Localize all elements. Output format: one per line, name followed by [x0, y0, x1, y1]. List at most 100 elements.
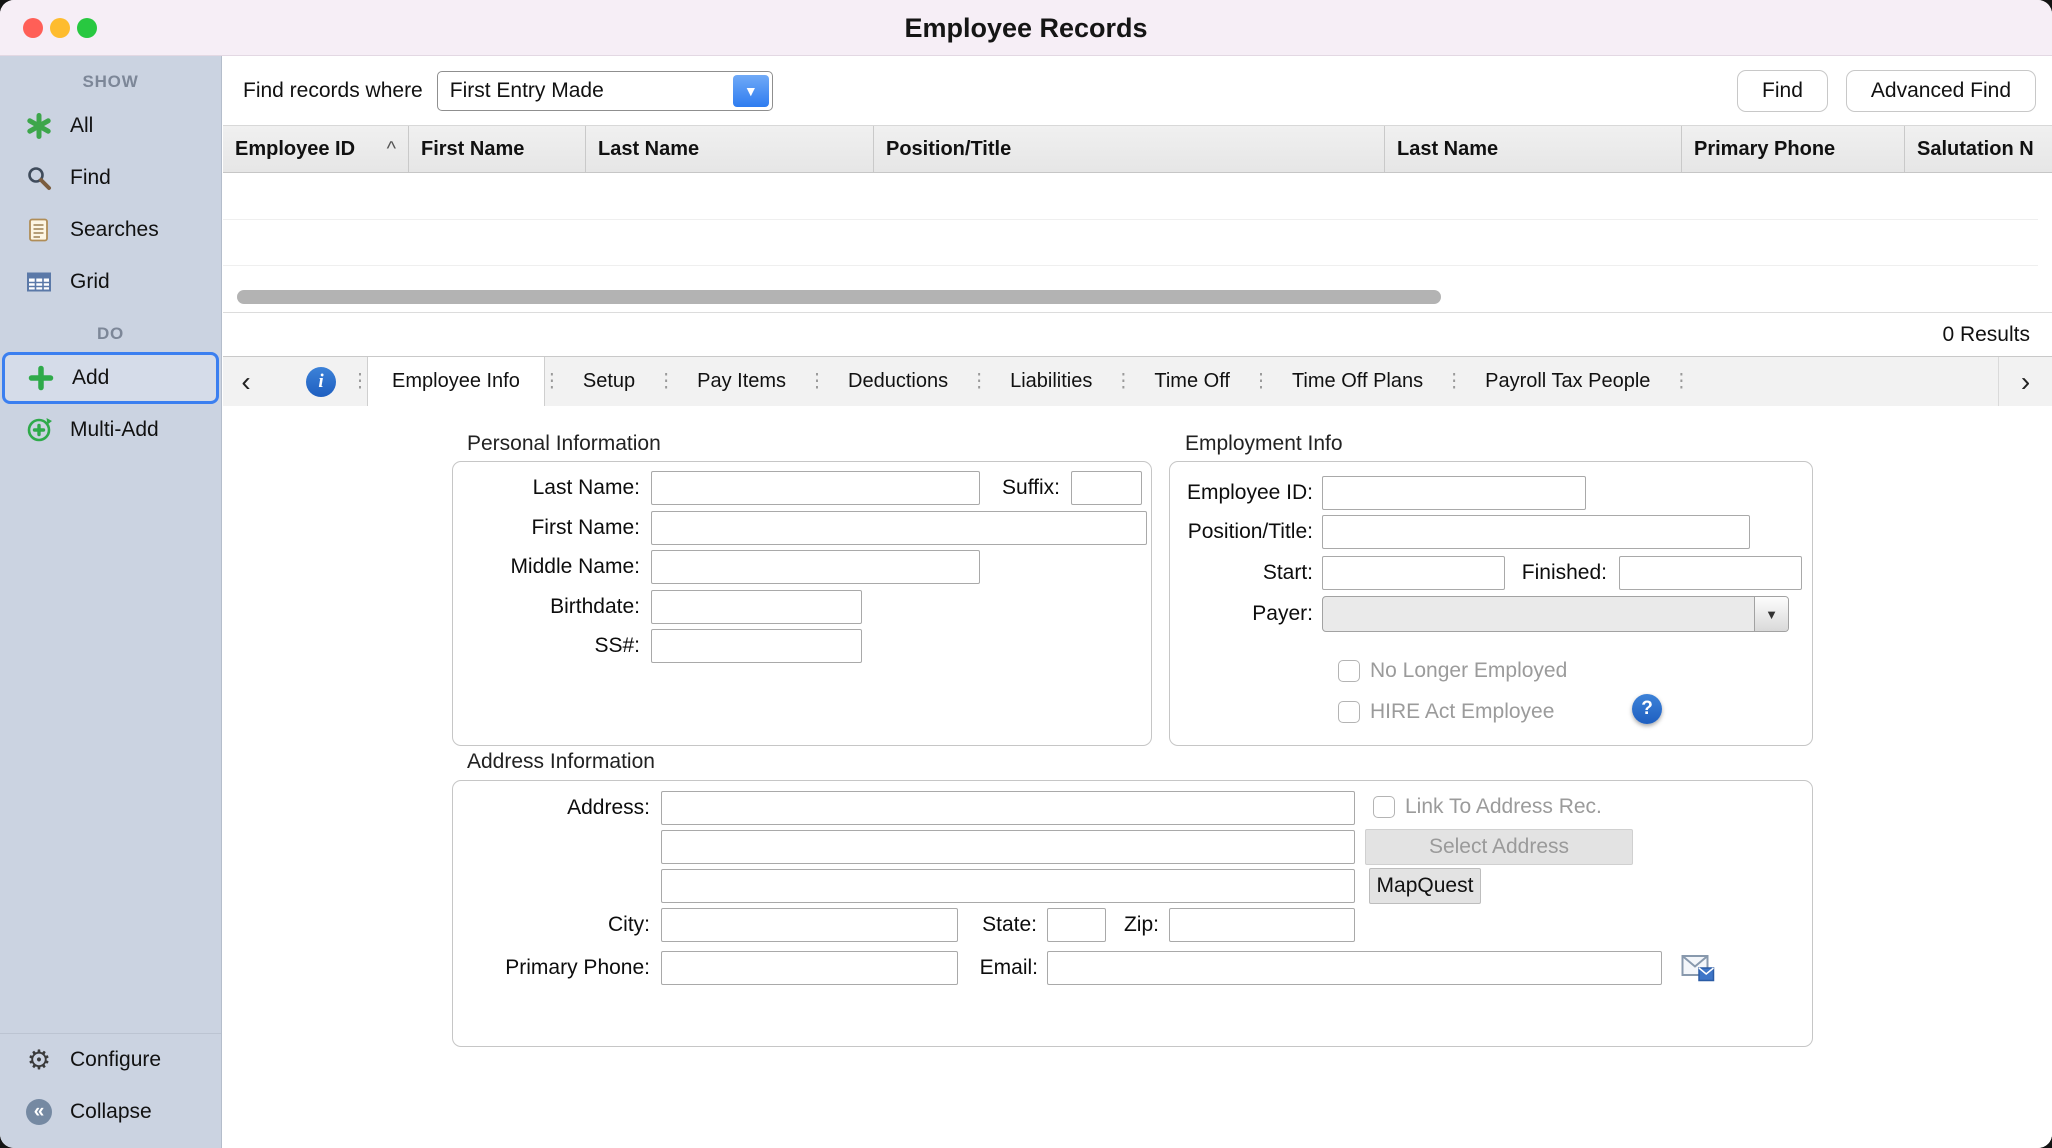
find-field-dropdown-value: First Entry Made: [450, 79, 604, 103]
address-line1-input[interactable]: [661, 791, 1355, 825]
no-longer-employed-checkbox[interactable]: [1338, 660, 1360, 682]
sidebar-item-label: Collapse: [70, 1100, 152, 1124]
sidebar-item-collapse[interactable]: « Collapse: [0, 1086, 221, 1138]
table-row-separator: [223, 219, 2038, 220]
sidebar-item-label: Find: [70, 166, 111, 190]
tab-separator: ⋮: [1447, 357, 1461, 406]
main-content: Find records where First Entry Made ▼ Fi…: [223, 56, 2052, 1148]
hire-act-help-icon[interactable]: ?: [1632, 694, 1662, 724]
sidebar-item-add[interactable]: Add: [2, 352, 219, 404]
suffix-label: Suffix:: [920, 471, 1060, 505]
tab-pay-items[interactable]: Pay Items: [673, 357, 810, 406]
sidebar-item-label: All: [70, 114, 93, 138]
add-plus-icon: [26, 365, 56, 391]
tab-separator: ⋮: [1674, 357, 1688, 406]
column-header-first-name[interactable]: First Name: [409, 126, 586, 172]
link-to-address-checkbox[interactable]: [1373, 796, 1395, 818]
sidebar-item-searches[interactable]: Searches: [0, 204, 221, 256]
email-label: Email:: [918, 951, 1038, 985]
finished-date-label: Finished:: [1457, 556, 1607, 590]
tab-employee-info[interactable]: Employee Info: [367, 357, 545, 406]
window-title: Employee Records: [0, 0, 2052, 56]
no-longer-employed-label: No Longer Employed: [1370, 659, 1567, 683]
middle-name-input[interactable]: [651, 550, 980, 584]
sidebar-item-multi-add[interactable]: Multi-Add: [0, 404, 221, 456]
position-title-input[interactable]: [1322, 515, 1750, 549]
state-label: State:: [937, 908, 1037, 942]
email-icon[interactable]: [1681, 953, 1715, 983]
sidebar-item-label: Searches: [70, 218, 159, 242]
tab-deductions[interactable]: Deductions: [824, 357, 972, 406]
city-input[interactable]: [661, 908, 958, 942]
tab-liabilities[interactable]: Liabilities: [986, 357, 1116, 406]
title-bar: Employee Records: [0, 0, 2052, 56]
sidebar-item-configure[interactable]: ⚙ Configure: [0, 1034, 221, 1086]
hire-act-employee-label: HIRE Act Employee: [1370, 700, 1554, 724]
address-line3-input[interactable]: [661, 869, 1355, 903]
tab-separator: ⋮: [545, 357, 559, 406]
advanced-find-button[interactable]: Advanced Find: [1846, 70, 2036, 112]
finished-date-input[interactable]: [1619, 556, 1802, 590]
tab-separator: ⋮: [1116, 357, 1130, 406]
dropdown-caret-icon: ▼: [733, 75, 769, 107]
sidebar: SHOW All Find Searches Grid DO: [0, 56, 222, 1148]
sidebar-section-do: DO: [0, 324, 221, 344]
birthdate-input[interactable]: [651, 590, 862, 624]
hire-act-employee-checkbox[interactable]: [1338, 701, 1360, 723]
results-count-row: 0 Results: [223, 313, 2052, 356]
start-date-label: Start:: [1113, 556, 1313, 590]
tab-time-off[interactable]: Time Off: [1130, 357, 1254, 406]
table-row-separator: [223, 265, 2038, 266]
find-bar: Find records where First Entry Made ▼ Fi…: [223, 56, 2052, 125]
tab-scroll-left-button[interactable]: ‹: [223, 357, 269, 406]
sidebar-item-all[interactable]: All: [0, 100, 221, 152]
tab-scroll-right-button[interactable]: ›: [1998, 357, 2052, 406]
city-label: City:: [420, 908, 650, 942]
first-name-input[interactable]: [651, 511, 1147, 545]
find-button[interactable]: Find: [1737, 70, 1828, 112]
tab-separator: ⋮: [353, 357, 367, 406]
sidebar-item-grid[interactable]: Grid: [0, 256, 221, 308]
results-count: 0 Results: [1942, 323, 2030, 347]
zip-label: Zip:: [1059, 908, 1159, 942]
column-header-employee-id[interactable]: Employee ID ^: [223, 126, 409, 172]
results-table-body: [223, 173, 2052, 313]
link-to-address-label: Link To Address Rec.: [1405, 795, 1602, 819]
zip-input[interactable]: [1169, 908, 1355, 942]
column-header-primary-phone[interactable]: Primary Phone: [1682, 126, 1905, 172]
column-header-last-name[interactable]: Last Name: [586, 126, 874, 172]
tab-separator: ⋮: [810, 357, 824, 406]
payer-dropdown[interactable]: ▼: [1322, 596, 1789, 632]
employee-id-input[interactable]: [1322, 476, 1586, 510]
position-title-label: Position/Title:: [1113, 515, 1313, 549]
ss-number-input[interactable]: [651, 629, 862, 663]
app-window: Employee Records SHOW All Find Searches: [0, 0, 2052, 1148]
searches-icon: [24, 217, 54, 243]
select-address-button[interactable]: Select Address: [1365, 829, 1633, 865]
email-input[interactable]: [1047, 951, 1662, 985]
tab-separator: ⋮: [972, 357, 986, 406]
sidebar-item-label: Configure: [70, 1048, 161, 1072]
employment-info-title: Employment Info: [1185, 432, 1343, 456]
address-line2-input[interactable]: [661, 830, 1355, 864]
sidebar-section-show: SHOW: [0, 72, 221, 92]
multi-add-icon: [24, 417, 54, 443]
sidebar-item-label: Multi-Add: [70, 418, 159, 442]
grid-icon: [24, 269, 54, 295]
tab-separator: ⋮: [1254, 357, 1268, 406]
tab-payroll-tax-people[interactable]: Payroll Tax People: [1461, 357, 1674, 406]
results-table-header: Employee ID ^ First Name Last Name Posit…: [223, 125, 2052, 173]
horizontal-scrollbar[interactable]: [237, 290, 1441, 304]
column-header-salutation[interactable]: Salutation N: [1905, 126, 2052, 172]
tab-bar: ‹ i ⋮ Employee Info ⋮ Setup ⋮ Pay Items …: [223, 356, 2052, 406]
primary-phone-input[interactable]: [661, 951, 958, 985]
find-field-dropdown[interactable]: First Entry Made ▼: [437, 71, 773, 111]
column-header-last-name-2[interactable]: Last Name: [1385, 126, 1682, 172]
tab-setup[interactable]: Setup: [559, 357, 659, 406]
column-header-position-title[interactable]: Position/Title: [874, 126, 1385, 172]
first-name-label: First Name:: [410, 511, 640, 545]
mapquest-button[interactable]: MapQuest: [1369, 868, 1481, 904]
tab-time-off-plans[interactable]: Time Off Plans: [1268, 357, 1447, 406]
tab-record-info[interactable]: i: [289, 357, 353, 406]
sidebar-item-find[interactable]: Find: [0, 152, 221, 204]
